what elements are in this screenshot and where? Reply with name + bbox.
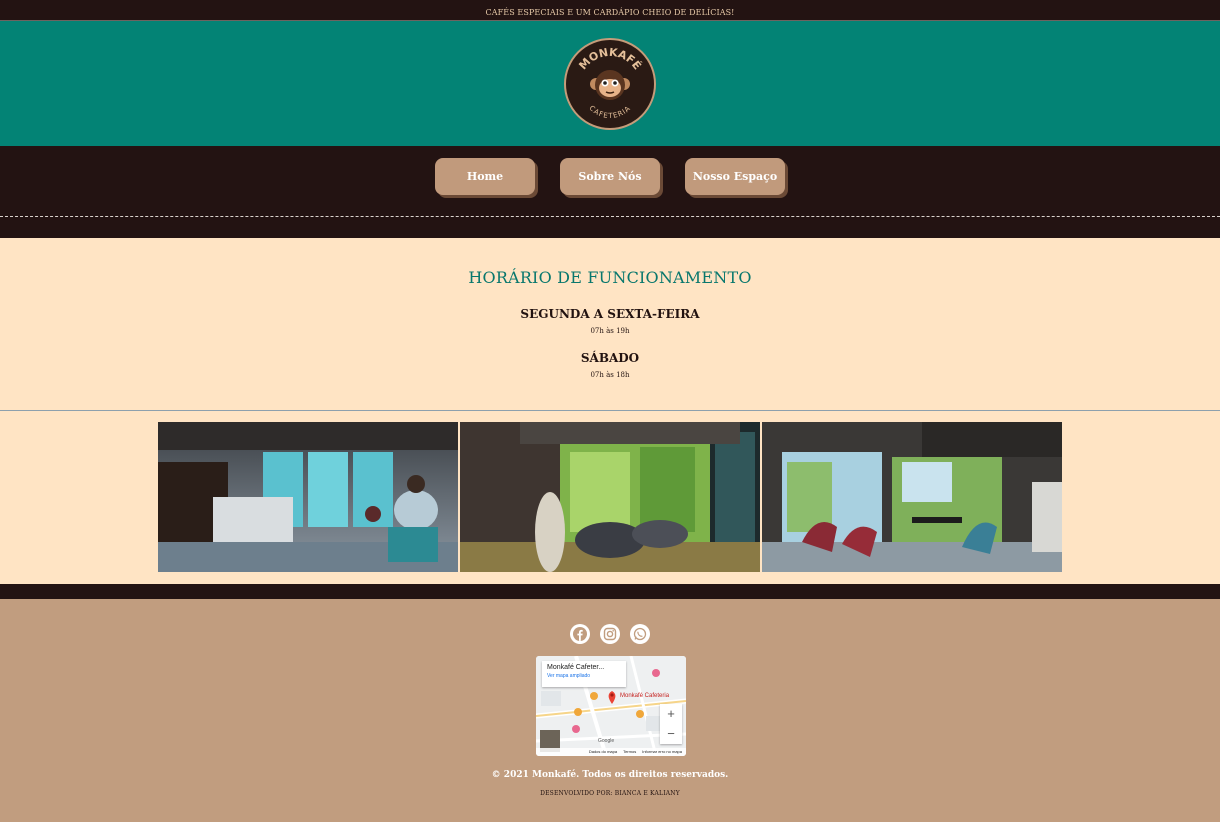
footer: Monkafé Cafeteria Google Monkafé Cafeter…: [0, 599, 1220, 822]
nav-sobre-nos-button[interactable]: Sobre Nós: [560, 158, 660, 195]
embedded-map[interactable]: Monkafé Cafeteria Google Monkafé Cafeter…: [536, 656, 686, 756]
zoom-out-button[interactable]: −: [660, 724, 682, 744]
photo-gallery: [0, 411, 1220, 584]
monkey-logo-icon: MONKAFÉ CAFETERIA: [576, 45, 643, 120]
zoom-in-button[interactable]: +: [660, 704, 682, 724]
footer-divider-strip: [0, 584, 1220, 599]
nav-nosso-espaco-button[interactable]: Nosso Espaço: [685, 158, 785, 195]
hours-title: HORÁRIO DE FUNCIONAMENTO: [468, 268, 752, 287]
map-attribution-bar: Dados do mapa Termos Informar erro no ma…: [536, 748, 686, 756]
whatsapp-icon[interactable]: [630, 624, 650, 644]
saturday-label: SÁBADO: [580, 351, 640, 365]
svg-text:MONKAFÉ: MONKAFÉ: [576, 45, 643, 71]
facebook-icon[interactable]: [570, 624, 590, 644]
top-announcement-bar: CAFÉS ESPECIAIS E UM CARDÁPIO CHEIO DE D…: [0, 0, 1220, 21]
opening-hours-section: HORÁRIO DE FUNCIONAMENTO SEGUNDA A SEXTA…: [0, 238, 1220, 411]
social-links: [0, 599, 1220, 644]
map-report-link[interactable]: Informar erro no mapa: [642, 748, 682, 756]
header: MONKAFÉ CAFETERIA: [0, 21, 1220, 146]
gallery-photo-counter: [158, 422, 458, 572]
map-expand-link[interactable]: Ver mapa ampliado: [547, 673, 621, 679]
map-place-name: Monkafé Cafeter...: [547, 664, 605, 671]
developer-credit: DESENVOLVIDO POR: BIANCA E KALIANY: [540, 790, 680, 797]
monkafe-logo[interactable]: MONKAFÉ CAFETERIA: [564, 37, 656, 130]
tagline: CAFÉS ESPECIAIS E UM CARDÁPIO CHEIO DE D…: [485, 8, 735, 17]
nav-home-button[interactable]: Home: [435, 158, 535, 195]
map-pin-label: Monkafé Cafeteria: [620, 693, 670, 699]
map-zoom-controls: + −: [660, 704, 682, 744]
weekday-label: SEGUNDA A SEXTA-FEIRA: [520, 307, 700, 321]
svg-text:CAFETERIA: CAFETERIA: [587, 104, 632, 120]
map-data-link[interactable]: Dados do mapa: [589, 748, 617, 756]
main-navigation: Home Sobre Nós Nosso Espaço: [0, 146, 1220, 238]
instagram-icon[interactable]: [600, 624, 620, 644]
saturday-time: 07h às 18h: [590, 371, 630, 379]
weekday-time: 07h às 19h: [590, 327, 630, 335]
google-attribution: Google: [598, 738, 615, 744]
gallery-photo-tables: [762, 422, 1062, 572]
gallery-photo-window: [460, 422, 760, 572]
dashed-divider: [0, 216, 1220, 217]
copyright: © 2021 Monkafé. Todos os direitos reserv…: [491, 770, 729, 780]
map-terms-link[interactable]: Termos: [623, 748, 636, 756]
map-place-card: Monkafé Cafeter... Ver mapa ampliado: [542, 661, 626, 687]
